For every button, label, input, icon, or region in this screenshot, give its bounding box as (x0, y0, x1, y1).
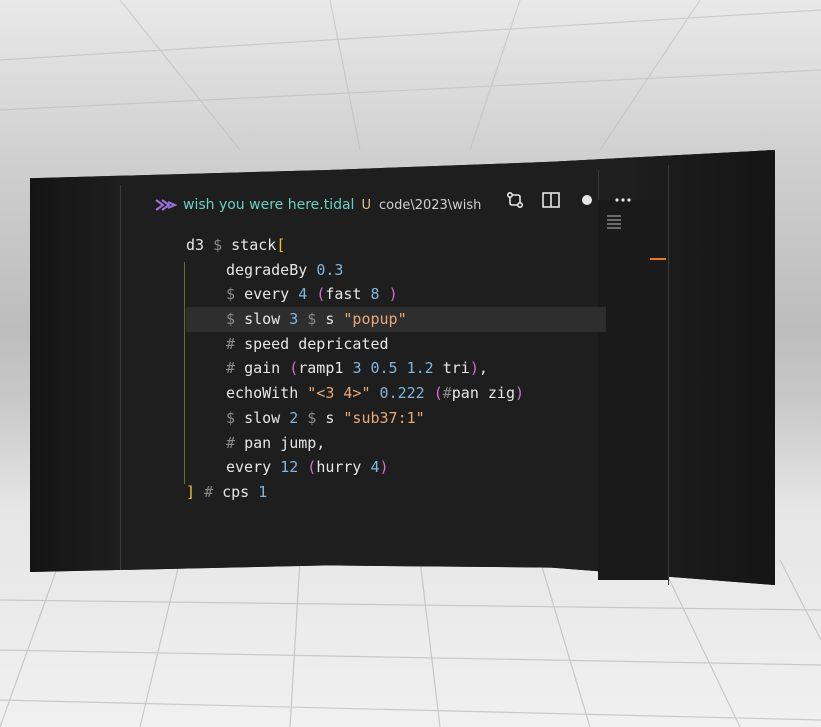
code-token: echoWith (226, 384, 308, 403)
code-token: $ (307, 310, 326, 329)
code-token: 12 (280, 458, 308, 477)
code-token: d3 (186, 236, 214, 254)
dot-icon[interactable] (577, 190, 597, 210)
code-token: s (325, 408, 344, 427)
code-token: speed depricated (244, 334, 389, 353)
code-token: ] (186, 482, 205, 501)
code-token: "<3 4>" (307, 384, 380, 403)
code-token: $ (226, 285, 245, 304)
code-token: 4 (298, 285, 317, 304)
code-line[interactable]: every 12 (hurry 4) (186, 455, 606, 480)
code-token: 3 (289, 310, 308, 329)
code-line[interactable]: # gain (ramp1 3 0.5 1.2 tri), (186, 356, 606, 381)
code-token: # (204, 482, 223, 501)
code-token: 8 (370, 285, 389, 304)
code-token: fast (325, 285, 371, 304)
code-editor[interactable]: d3 $ stack[degradeBy 0.3 $ every 4 (fast … (186, 233, 606, 505)
tidal-file-icon (155, 197, 177, 213)
code-token: slow (244, 310, 290, 329)
code-token: ( (289, 359, 299, 378)
code-token: [ (276, 236, 286, 254)
code-token: "sub37:1" (343, 408, 425, 427)
indent-guide (184, 262, 185, 484)
code-line[interactable]: d3 $ stack[ (186, 233, 606, 258)
code-token: $ (307, 408, 326, 427)
code-token: degradeBy (226, 260, 317, 279)
tab-filename: wish you were here.tidal (183, 197, 355, 213)
code-token: s (325, 310, 344, 329)
code-token: tri (442, 359, 470, 378)
code-token: , (478, 359, 488, 378)
code-token: # (442, 384, 452, 403)
code-token: # (226, 359, 245, 378)
right-divider (668, 165, 669, 585)
code-token: ( (307, 458, 317, 477)
code-token: "popup" (343, 310, 407, 329)
editor-tab[interactable]: wish you were here.tidal U code\2023\wis… (155, 192, 481, 218)
code-token: ) (469, 359, 479, 378)
code-token: pan zig (451, 384, 515, 403)
code-token: ) (388, 285, 398, 304)
code-line[interactable]: ] # cps 1 (186, 480, 606, 505)
code-token: gain (244, 359, 290, 378)
tab-path: code\2023\wish (378, 197, 482, 213)
code-line[interactable]: echoWith "<3 4>" 0.222 (#pan zig) (186, 381, 606, 406)
code-token: ( (433, 384, 443, 403)
code-line[interactable]: # speed depricated (186, 332, 606, 357)
code-token: 0.3 (316, 260, 344, 279)
code-token: ) (515, 384, 525, 403)
code-token: every (244, 285, 299, 304)
code-token: pan jump, (244, 433, 326, 452)
code-line[interactable]: $ every 4 (fast 8 ) (186, 282, 606, 307)
minimap[interactable] (598, 200, 668, 580)
code-token: # (226, 433, 245, 452)
source-control-icon[interactable] (505, 190, 525, 210)
code-token: $ (226, 408, 245, 427)
code-token: 1 (258, 482, 268, 501)
more-icon[interactable] (613, 190, 633, 210)
code-token: $ (226, 310, 245, 329)
left-sidebar-divider (120, 185, 121, 570)
code-token: every (226, 458, 281, 477)
code-token: ) (379, 458, 389, 477)
code-token: 0.222 (379, 384, 434, 403)
code-token: 3 0.5 1.2 (352, 359, 443, 378)
code-token: 4 (370, 458, 380, 477)
code-token: ( (316, 285, 326, 304)
code-token: stack (231, 236, 277, 254)
minimap-preview (607, 215, 621, 237)
code-line[interactable]: $ slow 3 $ s "popup" (186, 307, 606, 332)
tab-status-badge: U (361, 197, 371, 213)
scroll-marker (650, 258, 666, 260)
code-token: 2 (289, 408, 308, 427)
split-editor-icon[interactable] (541, 190, 561, 210)
ceiling-grid (0, 0, 821, 150)
code-token: # (226, 334, 245, 353)
code-line[interactable]: $ slow 2 $ s "sub37:1" (186, 406, 606, 431)
code-token: cps (222, 482, 259, 501)
editor-actions (505, 190, 633, 210)
code-token: slow (244, 408, 290, 427)
code-token: hurry (316, 458, 371, 477)
code-line[interactable]: # pan jump, (186, 431, 606, 456)
code-line[interactable]: degradeBy 0.3 (186, 258, 606, 283)
code-token: ramp1 (298, 359, 353, 378)
floor-grid (0, 560, 821, 727)
code-token: $ (213, 236, 232, 254)
